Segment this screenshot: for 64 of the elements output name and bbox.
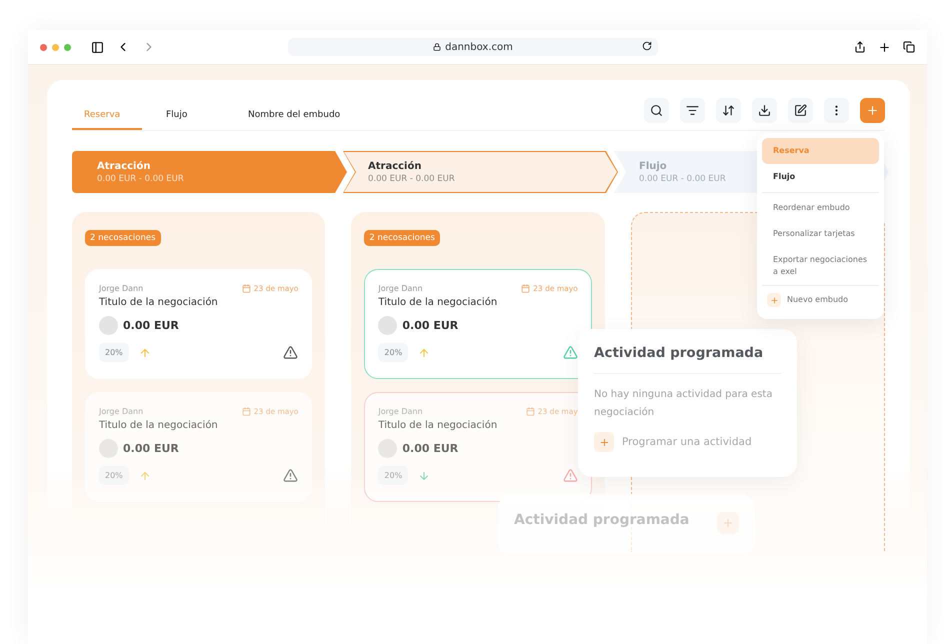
deal-amount: 0.00 EUR — [402, 319, 458, 332]
sort-icon — [722, 104, 735, 116]
plus-icon — [594, 432, 614, 452]
download-icon — [758, 104, 771, 116]
reload-icon[interactable] — [642, 41, 652, 51]
close-window-button[interactable] — [40, 44, 47, 50]
menu-item[interactable]: Nuevo embudo — [762, 285, 879, 314]
address-bar[interactable]: dannbox.com — [288, 38, 658, 56]
tab[interactable]: Nombre del embudo — [236, 110, 352, 130]
deal-title: Titulo de la negociación — [99, 420, 219, 431]
stage-range: 0.00 EUR - 0.00 EUR — [368, 174, 455, 184]
new-tab-icon[interactable] — [878, 40, 891, 54]
tabs-icon[interactable] — [903, 41, 915, 53]
edit-icon — [794, 104, 807, 116]
edit-button[interactable] — [788, 98, 813, 122]
menu-item[interactable]: Flujo — [762, 164, 879, 190]
add-button[interactable] — [860, 98, 885, 122]
stage-title: Atracción — [368, 160, 422, 172]
plus-icon — [866, 104, 879, 116]
menu-item[interactable]: Reordenar embudo — [762, 195, 879, 221]
deal-title: Titulo de la negociación — [99, 297, 219, 308]
stage-title: Flujo — [639, 160, 667, 172]
download-button[interactable] — [752, 98, 777, 122]
pipeline-stage[interactable]: Atracción 0.00 EUR - 0.00 EUR — [343, 151, 618, 193]
share-icon[interactable] — [854, 41, 866, 53]
stage-range: 0.00 EUR - 0.00 EUR — [639, 174, 726, 184]
popup-title: Actividad programada — [594, 345, 781, 374]
sidebar-icon[interactable] — [91, 40, 104, 54]
filter-icon — [686, 104, 699, 116]
calendar-icon — [521, 284, 530, 293]
lock-icon — [433, 43, 442, 51]
deal-title: Titulo de la negociación — [378, 297, 498, 308]
stage-title: Atracción — [97, 160, 150, 172]
plus-icon — [767, 293, 781, 307]
probability-label: 20% — [378, 466, 408, 485]
search-icon — [650, 104, 663, 116]
owner-name: Jorge Dann — [99, 284, 144, 293]
owner-name: Jorge Dann — [378, 284, 423, 293]
menu-item[interactable]: Exportar negociaciones a exel — [762, 247, 879, 285]
deal-amount: 0.00 EUR — [402, 442, 458, 455]
probability-label: 20% — [99, 343, 129, 362]
owner-name: Jorge Dann — [378, 407, 423, 416]
search-button[interactable] — [644, 98, 669, 122]
deal-amount: 0.00 EUR — [123, 319, 179, 332]
plus-icon — [717, 512, 739, 534]
card-title: Actividad programada — [514, 512, 690, 530]
deal-amount: 0.00 EUR — [123, 442, 179, 455]
deal-title: Titulo de la negociación — [378, 420, 498, 431]
avatar — [99, 316, 118, 335]
filter-button[interactable] — [680, 98, 705, 122]
owner-name: Jorge Dann — [99, 407, 144, 416]
deal-count: 2 necosaciones — [364, 230, 440, 246]
calendar-icon — [242, 284, 251, 293]
menu-item[interactable]: Personalizar tarjetas — [762, 221, 879, 247]
deal-count: 2 necosaciones — [85, 230, 161, 246]
probability-label: 20% — [378, 343, 408, 362]
stage-range: 0.00 EUR - 0.00 EUR — [97, 174, 184, 184]
sort-button[interactable] — [716, 98, 741, 122]
calendar-icon — [242, 407, 251, 416]
tab[interactable]: Flujo — [154, 110, 224, 130]
probability-label: 20% — [99, 466, 129, 485]
empty-message: No hay ninguna actividad para esta negociación — [594, 388, 774, 420]
calendar-icon — [526, 407, 535, 416]
avatar — [378, 316, 398, 335]
